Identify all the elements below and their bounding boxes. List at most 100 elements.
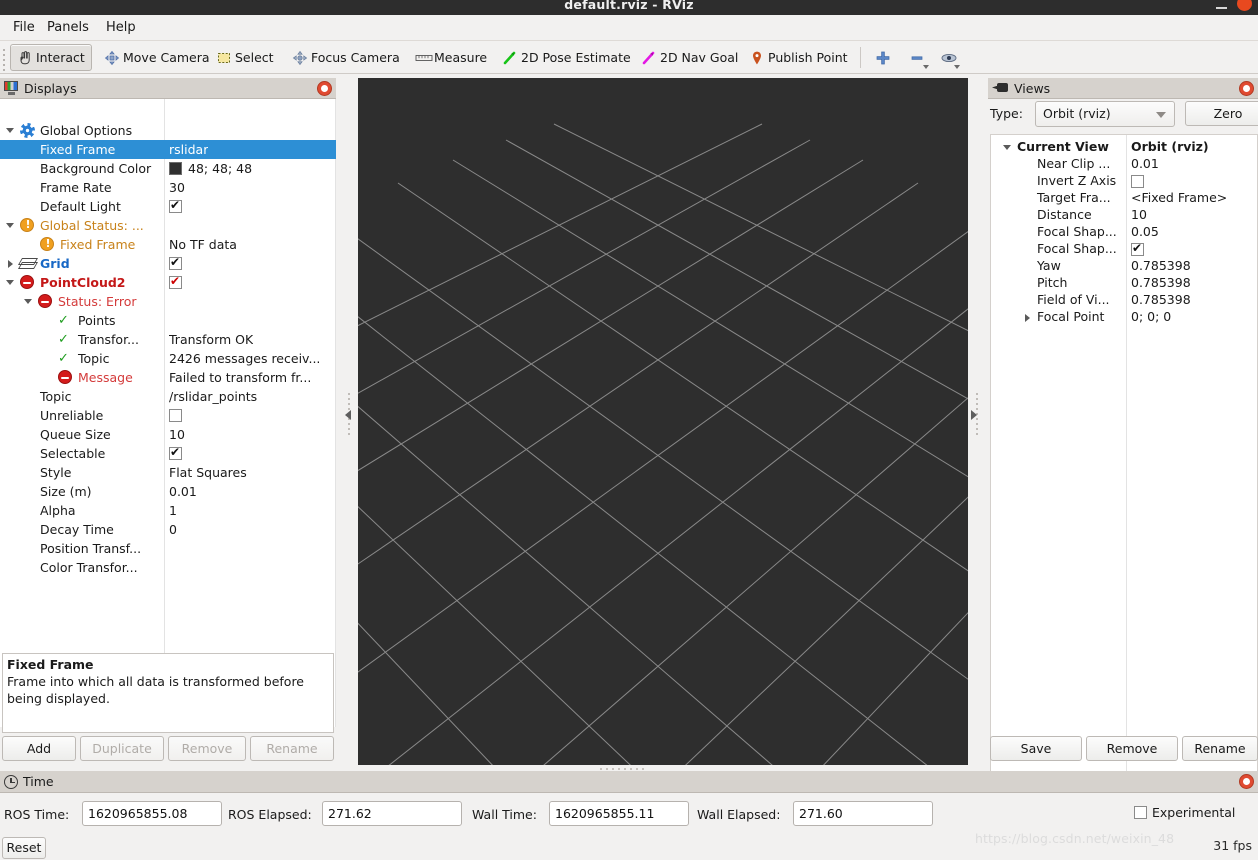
views-row-yaw[interactable]: Yaw 0.785398 (991, 258, 1257, 275)
tree-item-value[interactable]: 10 (169, 427, 185, 442)
tool-publish-point[interactable]: Publish Point (742, 44, 855, 71)
views-row-near-clip[interactable]: Near Clip ... 0.01 (991, 156, 1257, 173)
views-row-distance[interactable]: Distance 10 (991, 207, 1257, 224)
tree-row-global-status[interactable]: Global Status: ... (0, 216, 336, 235)
expand-arrow-icon[interactable] (4, 216, 16, 235)
views-row-field-of-view[interactable]: Field of Vi... 0.785398 (991, 292, 1257, 309)
views-item-value[interactable]: 0.785398 (1131, 292, 1191, 307)
tree-row-status-error[interactable]: Status: Error (0, 292, 336, 311)
wall-elapsed-input[interactable]: 271.60 (793, 801, 933, 826)
displays-tree[interactable]: Global Options Fixed Frame rslidar Backg… (0, 99, 336, 727)
tool-interact[interactable]: Interact (10, 44, 92, 71)
tree-row-color-transformer[interactable]: Color Transfor... (0, 558, 336, 577)
experimental-checkbox[interactable] (1134, 806, 1147, 819)
expand-arrow-icon[interactable] (1001, 139, 1013, 156)
color-swatch[interactable] (169, 162, 182, 175)
tool-2d-pose-estimate[interactable]: 2D Pose Estimate (495, 44, 638, 71)
rename-view-button[interactable]: Rename (1182, 736, 1258, 761)
collapse-right-icon[interactable] (971, 410, 977, 420)
selectable-checkbox[interactable] (169, 445, 182, 460)
tree-item-value[interactable]: 30 (169, 180, 185, 195)
add-tool-button[interactable] (868, 44, 898, 71)
tree-row-pointcloud2[interactable]: PointCloud2 (0, 273, 336, 292)
views-item-value[interactable]: 0.05 (1131, 224, 1159, 239)
views-row-focal-shape-fixed-size[interactable]: Focal Shap... (991, 241, 1257, 258)
remove-view-button[interactable]: Remove (1086, 736, 1178, 761)
view-type-select[interactable]: Orbit (rviz) (1035, 101, 1175, 127)
menu-panels[interactable]: Panels (40, 19, 96, 37)
visibility-tool-button[interactable] (933, 44, 963, 71)
views-tree[interactable]: Current View Orbit (rviz) Near Clip ... … (990, 134, 1258, 813)
tree-row-position-transformer[interactable]: Position Transf... (0, 539, 336, 558)
tree-row-topic-status[interactable]: ✓ Topic 2426 messages receiv... (0, 349, 336, 368)
rename-button[interactable]: Rename (250, 736, 334, 761)
tree-item-value[interactable]: rslidar (169, 142, 208, 157)
collapse-left-icon[interactable] (345, 410, 351, 420)
tree-row-selectable[interactable]: Selectable (0, 444, 336, 463)
tree-row-topic[interactable]: Topic /rslidar_points (0, 387, 336, 406)
right-splitter-handle[interactable] (969, 300, 986, 530)
tree-row-grid[interactable]: Grid (0, 254, 336, 273)
invert-z-axis-checkbox[interactable] (1131, 175, 1144, 188)
unreliable-checkbox[interactable] (169, 409, 182, 422)
displays-close-icon[interactable] (317, 81, 332, 96)
tree-row-fixed-frame[interactable]: Fixed Frame rslidar (0, 140, 336, 159)
tool-2d-nav-goal[interactable]: 2D Nav Goal (634, 44, 745, 71)
time-close-icon[interactable] (1239, 774, 1254, 789)
views-item-value[interactable]: 0.785398 (1131, 258, 1191, 273)
remove-button[interactable]: Remove (168, 736, 246, 761)
expand-arrow-icon[interactable] (1021, 309, 1033, 326)
views-item-value[interactable]: 0; 0; 0 (1131, 309, 1171, 324)
expand-arrow-icon[interactable] (4, 273, 16, 292)
expand-arrow-icon[interactable] (22, 292, 34, 311)
tree-row-default-light[interactable]: Default Light (0, 197, 336, 216)
expand-arrow-icon[interactable] (4, 254, 16, 273)
tree-row-alpha[interactable]: Alpha 1 (0, 501, 336, 520)
close-icon[interactable] (1237, 0, 1252, 11)
zero-button[interactable]: Zero (1185, 101, 1258, 126)
add-button[interactable]: Add (2, 736, 76, 761)
tool-measure[interactable]: Measure (408, 44, 494, 71)
tree-row-global-options[interactable]: Global Options (0, 121, 336, 140)
views-item-value[interactable]: 0.01 (1131, 156, 1159, 171)
tree-row-transform[interactable]: ✓ Transfor... Transform OK (0, 330, 336, 349)
wall-time-input[interactable]: 1620965855.11 (549, 801, 689, 826)
tree-row-unreliable[interactable]: Unreliable (0, 406, 336, 425)
grid-enabled-checkbox[interactable] (169, 255, 182, 270)
pointcloud2-enabled-checkbox[interactable] (169, 274, 182, 289)
toolbar-grip[interactable] (3, 49, 6, 71)
minimize-icon[interactable] (1216, 7, 1227, 9)
tree-row-decay-time[interactable]: Decay Time 0 (0, 520, 336, 539)
tree-item-value[interactable]: 1 (169, 503, 177, 518)
menu-file[interactable]: File (6, 19, 42, 37)
tree-row-status-fixed-frame[interactable]: Fixed Frame No TF data (0, 235, 336, 254)
chevron-down-icon[interactable] (923, 65, 930, 70)
views-item-value[interactable]: 0.785398 (1131, 275, 1191, 290)
left-splitter-handle[interactable] (341, 300, 358, 530)
tree-item-value[interactable]: 0.01 (169, 484, 197, 499)
save-view-button[interactable]: Save (990, 736, 1082, 761)
ros-elapsed-input[interactable]: 271.62 (322, 801, 462, 826)
remove-tool-button[interactable] (902, 44, 932, 71)
views-row-invert-z-axis[interactable]: Invert Z Axis (991, 173, 1257, 190)
tree-row-frame-rate[interactable]: Frame Rate 30 (0, 178, 336, 197)
views-item-value[interactable]: 10 (1131, 207, 1147, 222)
render-viewport-3d[interactable] (358, 78, 968, 765)
tool-move-camera[interactable]: Move Camera (97, 44, 217, 71)
tool-select[interactable]: Select (209, 44, 281, 71)
tree-row-background-color[interactable]: Background Color 48; 48; 48 (0, 159, 336, 178)
tool-focus-camera[interactable]: Focus Camera (285, 44, 407, 71)
duplicate-button[interactable]: Duplicate (80, 736, 164, 761)
views-row-pitch[interactable]: Pitch 0.785398 (991, 275, 1257, 292)
tree-item-value[interactable]: 0 (169, 522, 177, 537)
reset-button[interactable]: Reset (2, 837, 46, 859)
tree-row-message[interactable]: Message Failed to transform fr... (0, 368, 336, 387)
expand-arrow-icon[interactable] (4, 121, 16, 140)
views-row-focal-point[interactable]: Focal Point 0; 0; 0 (991, 309, 1257, 326)
focal-shape-fixed-size-checkbox[interactable] (1131, 241, 1144, 256)
tree-item-value[interactable]: Flat Squares (169, 465, 247, 480)
default-light-checkbox[interactable] (169, 198, 182, 213)
ros-time-input[interactable]: 1620965855.08 (82, 801, 222, 826)
views-row-focal-shape-size[interactable]: Focal Shap... 0.05 (991, 224, 1257, 241)
tree-item-value[interactable]: /rslidar_points (169, 389, 257, 404)
